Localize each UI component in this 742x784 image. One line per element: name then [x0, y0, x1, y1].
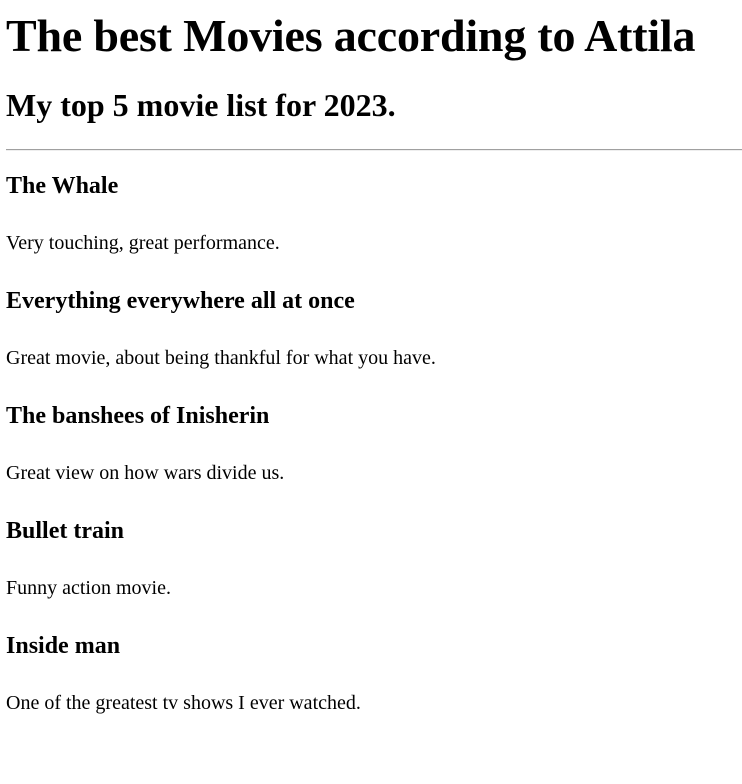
movie-item: The banshees of Inisherin Great view on … [6, 394, 742, 509]
movie-review: One of the greatest tv shows I ever watc… [6, 692, 361, 714]
page-content: The best Movies according to Attila My t… [0, 0, 742, 739]
movie-title: The banshees of Inisherin [6, 403, 270, 429]
movie-item: Everything everywhere all at once Great … [6, 279, 742, 394]
movie-review: Very touching, great performance. [6, 232, 280, 254]
movie-title: The Whale [6, 173, 119, 199]
movie-title: Everything everywhere all at once [6, 288, 355, 314]
page-subtitle: My top 5 movie list for 2023. [6, 87, 396, 123]
movie-title: Inside man [6, 633, 121, 659]
movie-title: Bullet train [6, 518, 124, 544]
movie-item: The Whale Very touching, great performan… [6, 164, 742, 279]
movie-item: Bullet train Funny action movie. [6, 509, 742, 624]
movie-review: Great movie, about being thankful for wh… [6, 347, 436, 369]
movie-review: Great view on how wars divide us. [6, 462, 285, 484]
movie-review: Funny action movie. [6, 577, 171, 599]
movie-item: Inside man One of the greatest tv shows … [6, 624, 742, 739]
movie-list: The Whale Very touching, great performan… [6, 151, 742, 739]
page-title: The best Movies according to Attila [6, 10, 696, 61]
